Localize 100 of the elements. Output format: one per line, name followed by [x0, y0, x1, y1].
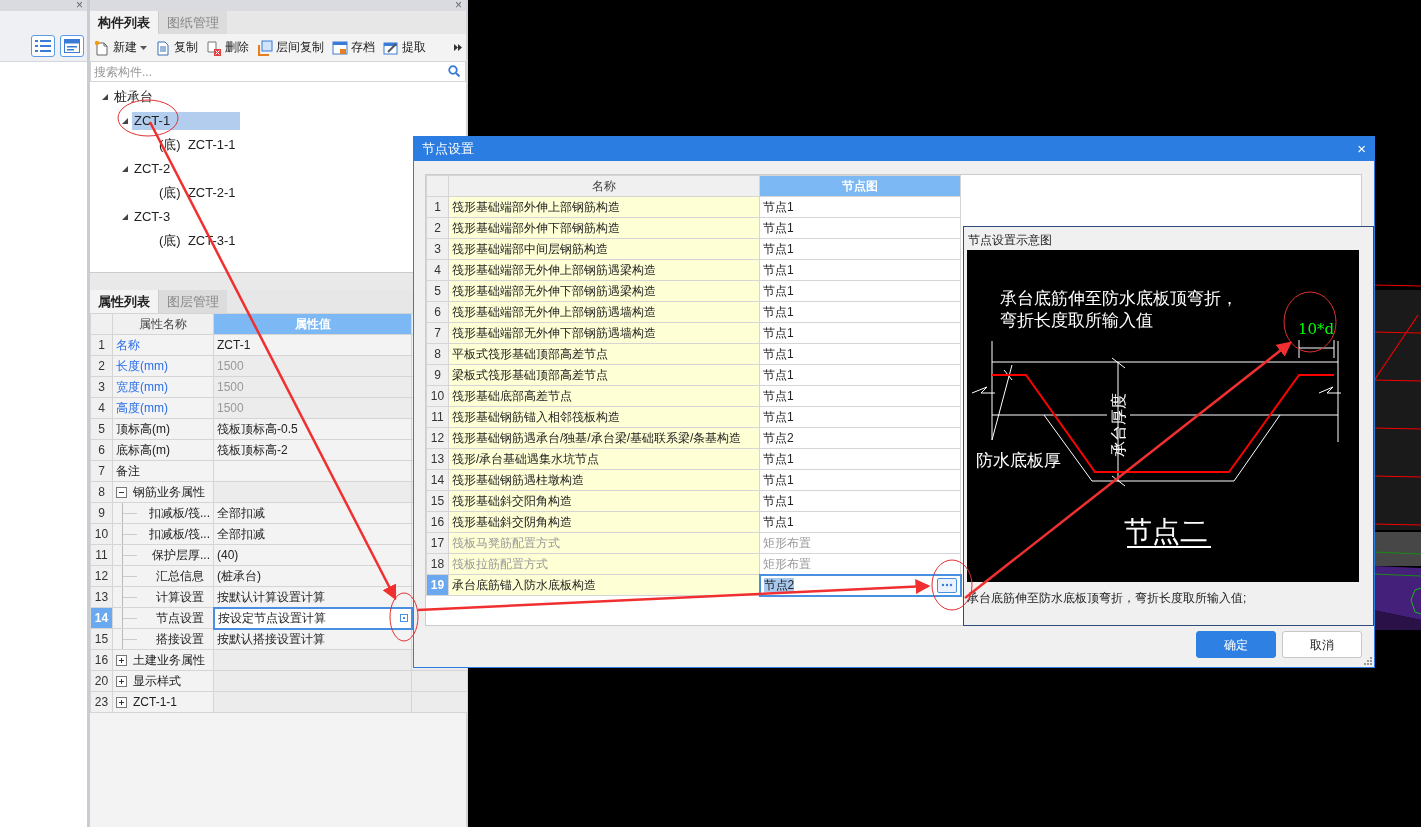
row-number: 9 [90, 502, 113, 524]
property-name: 宽度(mm) [112, 376, 214, 398]
node-value: 节点2 [763, 577, 795, 593]
node-name: 筏板拉筋配置方式 [448, 553, 760, 575]
row-number: 14 [426, 469, 449, 491]
dimension-label: 10*d [1298, 320, 1335, 339]
row-number: 1 [90, 334, 113, 356]
row-number: 13 [90, 586, 113, 608]
row-number: 4 [90, 397, 113, 419]
node-value: 节点1 [759, 511, 961, 533]
column-header: 属性值 [213, 313, 412, 335]
row-number: 10 [426, 385, 449, 407]
toolbar-button[interactable]: 层间复制 [257, 39, 324, 56]
property-value: 筏板顶标高-2 [213, 439, 412, 461]
toolbar-button[interactable]: 删除 [206, 39, 249, 56]
column-header: 名称 [448, 175, 760, 197]
node-name: 筏形基础端部外伸上部钢筋构造 [448, 196, 760, 218]
row-number: 12 [426, 427, 449, 449]
property-name: 高度(mm) [112, 397, 214, 419]
row-number: 8 [90, 481, 113, 503]
value-field[interactable]: 按设定节点设置计算 [213, 607, 412, 629]
node-value: 节点1 [759, 301, 961, 323]
row-number: 3 [90, 376, 113, 398]
node-name: 筏形基础端部无外伸上部钢筋遇梁构造 [448, 259, 760, 281]
confirm-button[interactable]: 确定 [1196, 631, 1276, 658]
close-button[interactable]: × [76, 0, 83, 11]
node-value: 节点1 [759, 217, 961, 239]
row-number: 6 [90, 439, 113, 461]
diagram-caption: 承台底筋伸至防水底板顶弯折，弯折长度取所输入值; [966, 590, 1248, 606]
search-field[interactable]: 搜索构件... [90, 61, 466, 82]
diagram-title: 节点二 [1124, 515, 1208, 549]
cancel-button[interactable]: 取消 [1282, 631, 1362, 658]
node-name: 筏形基础斜交阳角构造 [448, 490, 760, 512]
row-number: 19 [426, 574, 449, 596]
row-number: 1 [426, 196, 449, 218]
node-name: 筏形基础底部高差节点 [448, 385, 760, 407]
node-value: 节点1 [759, 196, 961, 218]
node-name: 梁板式筏形基础顶部高差节点 [448, 364, 760, 386]
diagram-label: 防水底板厚 [976, 450, 1061, 471]
close-button[interactable]: × [455, 0, 462, 11]
property-value: 按设定节点设置计算 [217, 610, 326, 626]
row-number: 8 [426, 343, 449, 365]
node-name: 筏形基础端部无外伸下部钢筋遇墙构造 [448, 322, 760, 344]
diagram-label: 承台厚度 [1109, 393, 1128, 458]
column-header: 属性名称 [112, 313, 214, 335]
row-number: 11 [90, 544, 113, 566]
row-number: 12 [90, 565, 113, 587]
node-value: 节点1 [759, 385, 961, 407]
toolbar-button[interactable]: 新建 [94, 39, 147, 56]
close-button[interactable]: × [1357, 140, 1366, 158]
property-value: 按默认搭接设置计算 [213, 628, 412, 650]
property-name: 节点设置 [156, 610, 204, 626]
tree-item[interactable]: (底) ZCT-2-1 [157, 184, 238, 202]
node-name: 筏形基础端部外伸下部钢筋构造 [448, 217, 760, 239]
group-label: 土建业务属性 [133, 652, 205, 668]
property-name: 底标高(m) [112, 439, 214, 461]
property-value: 筏板顶标高-0.5 [213, 418, 412, 440]
node-value: 矩形布置 [759, 532, 961, 554]
row-number: 16 [426, 511, 449, 533]
property-name: 搭接设置 [156, 631, 204, 647]
property-value: (桩承台) [213, 565, 412, 587]
node-value: 节点1 [759, 322, 961, 344]
property-name: 保护层厚... [152, 547, 210, 563]
row-number: 2 [90, 355, 113, 377]
row-number: 18 [426, 553, 449, 575]
tree-item[interactable]: ZCT-2 [132, 160, 173, 178]
panel-tab[interactable]: 构件列表 [90, 11, 158, 34]
node-name: 筏形基础端部无外伸上部钢筋遇墙构造 [448, 301, 760, 323]
node-name: 平板式筏形基础顶部高差节点 [448, 343, 760, 365]
node-value: 节点1 [759, 406, 961, 428]
node-name: 筏形基础端部无外伸下部钢筋遇梁构造 [448, 280, 760, 302]
tree-item[interactable]: ZCT-3 [132, 208, 173, 226]
node-value: 节点1 [759, 259, 961, 281]
node-value: 节点1 [759, 343, 961, 365]
row-number: 9 [426, 364, 449, 386]
node-name: 筏形/承台基础遇集水坑节点 [448, 448, 760, 470]
node-name: 筏形基础斜交阴角构造 [448, 511, 760, 533]
row-number: 16 [90, 649, 113, 671]
toolbar-button[interactable]: 复制 [155, 39, 198, 56]
row-number: 23 [90, 691, 113, 713]
property-name: 扣减板/筏... [148, 526, 210, 542]
panel-tab[interactable]: 属性列表 [90, 290, 158, 313]
toolbar-button[interactable]: 提取 [383, 39, 426, 56]
property-value: ZCT-1 [213, 334, 412, 356]
property-name: 备注 [112, 460, 214, 482]
row-number: 3 [426, 238, 449, 260]
node-value: 节点2 [759, 427, 961, 449]
node-name: 筏形基础钢筋遇柱墩构造 [448, 469, 760, 491]
property-value: 全部扣减 [213, 523, 412, 545]
diagram-note: 承台底筋伸至防水底板顶弯折， [1000, 288, 1238, 309]
node-value: 节点1 [759, 469, 961, 491]
tree-item[interactable]: ZCT-1 [132, 112, 240, 130]
group-label: 钢筋业务属性 [133, 484, 205, 500]
toolbar-button[interactable]: 存档 [332, 39, 375, 56]
row-number: 5 [426, 280, 449, 302]
row-number: 15 [90, 628, 113, 650]
row-number: 7 [90, 460, 113, 482]
group-label: 显示样式 [133, 673, 181, 689]
diagram-note: 弯折长度取所输入值 [1000, 310, 1153, 331]
row-number: 20 [90, 670, 113, 692]
